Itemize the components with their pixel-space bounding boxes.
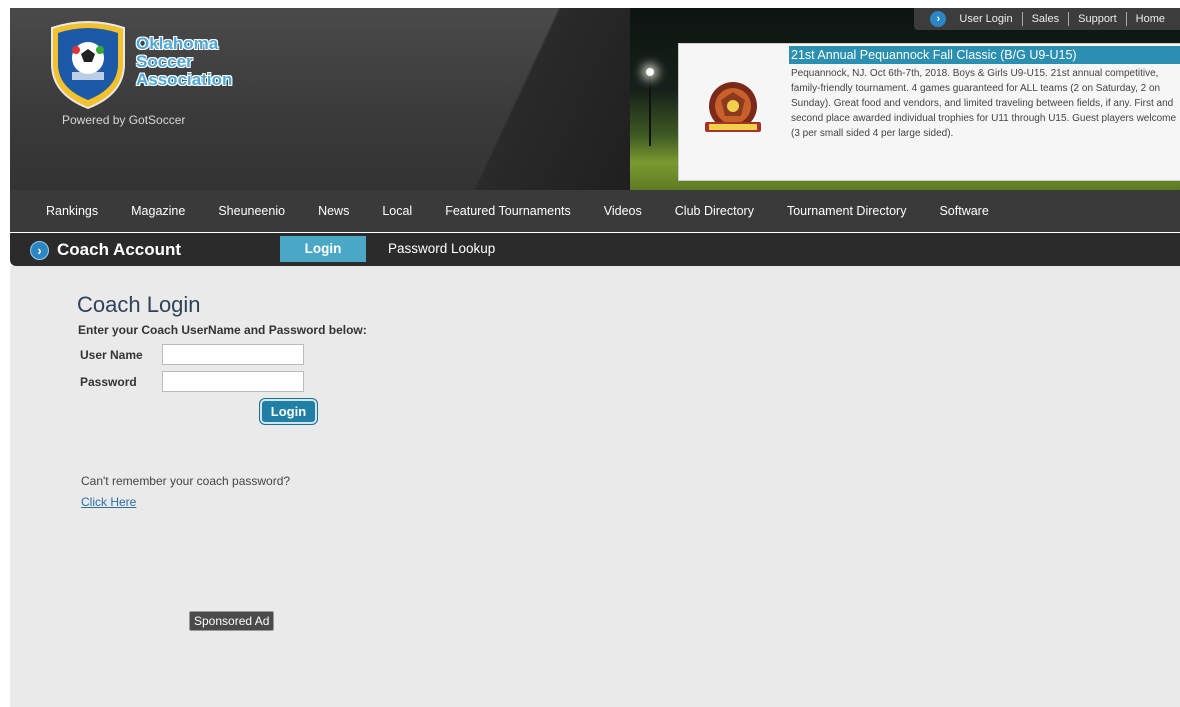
main-nav: Rankings Magazine Sheuneenio News Local …: [10, 190, 1180, 232]
stadium-light: [646, 68, 654, 76]
main-content: Coach Login Enter your Coach UserName an…: [10, 266, 1180, 707]
utility-bar: › User Login Sales Support Home: [914, 8, 1180, 30]
nav-item-tournament-directory[interactable]: Tournament Directory: [787, 204, 907, 218]
chevron-right-icon: ›: [30, 241, 49, 260]
nav-item-local[interactable]: Local: [382, 204, 412, 218]
nav-item-rankings[interactable]: Rankings: [46, 204, 98, 218]
nav-item-news[interactable]: News: [318, 204, 349, 218]
light-pole: [649, 76, 651, 146]
header-divider: [430, 8, 630, 190]
brand-name-line2[interactable]: Soccer: [136, 53, 193, 71]
coach-account-bar: › Coach Account Login Password Lookup: [10, 233, 1180, 266]
login-instructions: Enter your Coach UserName and Password b…: [78, 323, 367, 337]
pequannock-logo: [705, 82, 761, 132]
sales-link[interactable]: Sales: [1023, 12, 1070, 26]
username-label: User Name: [80, 348, 143, 362]
nav-item-featured-tournaments[interactable]: Featured Tournaments: [445, 204, 571, 218]
tab-password-lookup[interactable]: Password Lookup: [388, 236, 495, 262]
tab-login[interactable]: Login: [280, 236, 366, 262]
brand-name-line1[interactable]: Oklahoma: [136, 35, 218, 53]
nav-item-videos[interactable]: Videos: [604, 204, 642, 218]
sponsored-ad-label[interactable]: Sponsored Ad: [189, 611, 275, 631]
nav-item-magazine[interactable]: Magazine: [131, 204, 185, 218]
nav-item-software[interactable]: Software: [939, 204, 988, 218]
powered-by-text: Powered by GotSoccer: [62, 113, 186, 127]
coach-account-title: Coach Account: [57, 240, 182, 259]
forgot-password-link[interactable]: Click Here: [81, 495, 136, 509]
login-button[interactable]: Login: [260, 399, 317, 424]
site-header: Oklahoma Soccer Association Powered by G…: [10, 8, 1180, 190]
oklahoma-soccer-logo[interactable]: [46, 20, 130, 110]
password-input[interactable]: [162, 371, 304, 392]
chevron-right-icon: ›: [930, 11, 947, 27]
page-title: Coach Login: [77, 292, 201, 317]
support-link[interactable]: Support: [1069, 12, 1127, 26]
tournament-promo[interactable]: 21st Annual Pequannock Fall Classic (B/G…: [678, 43, 1180, 181]
page: Oklahoma Soccer Association Powered by G…: [0, 0, 1180, 707]
promo-title[interactable]: 21st Annual Pequannock Fall Classic (B/G…: [789, 46, 1180, 64]
password-label: Password: [80, 375, 137, 389]
nav-item-club-directory[interactable]: Club Directory: [675, 204, 754, 218]
forgot-password-text: Can't remember your coach password?: [81, 474, 291, 488]
nav-item-sheuneenio[interactable]: Sheuneenio: [218, 204, 285, 218]
username-input[interactable]: [162, 344, 304, 365]
promo-description: Pequannock, NJ. Oct 6th-7th, 2018. Boys …: [791, 68, 1177, 139]
user-login-link[interactable]: User Login: [950, 12, 1023, 26]
brand-name-line3[interactable]: Association: [136, 71, 232, 89]
home-link[interactable]: Home: [1127, 12, 1174, 26]
